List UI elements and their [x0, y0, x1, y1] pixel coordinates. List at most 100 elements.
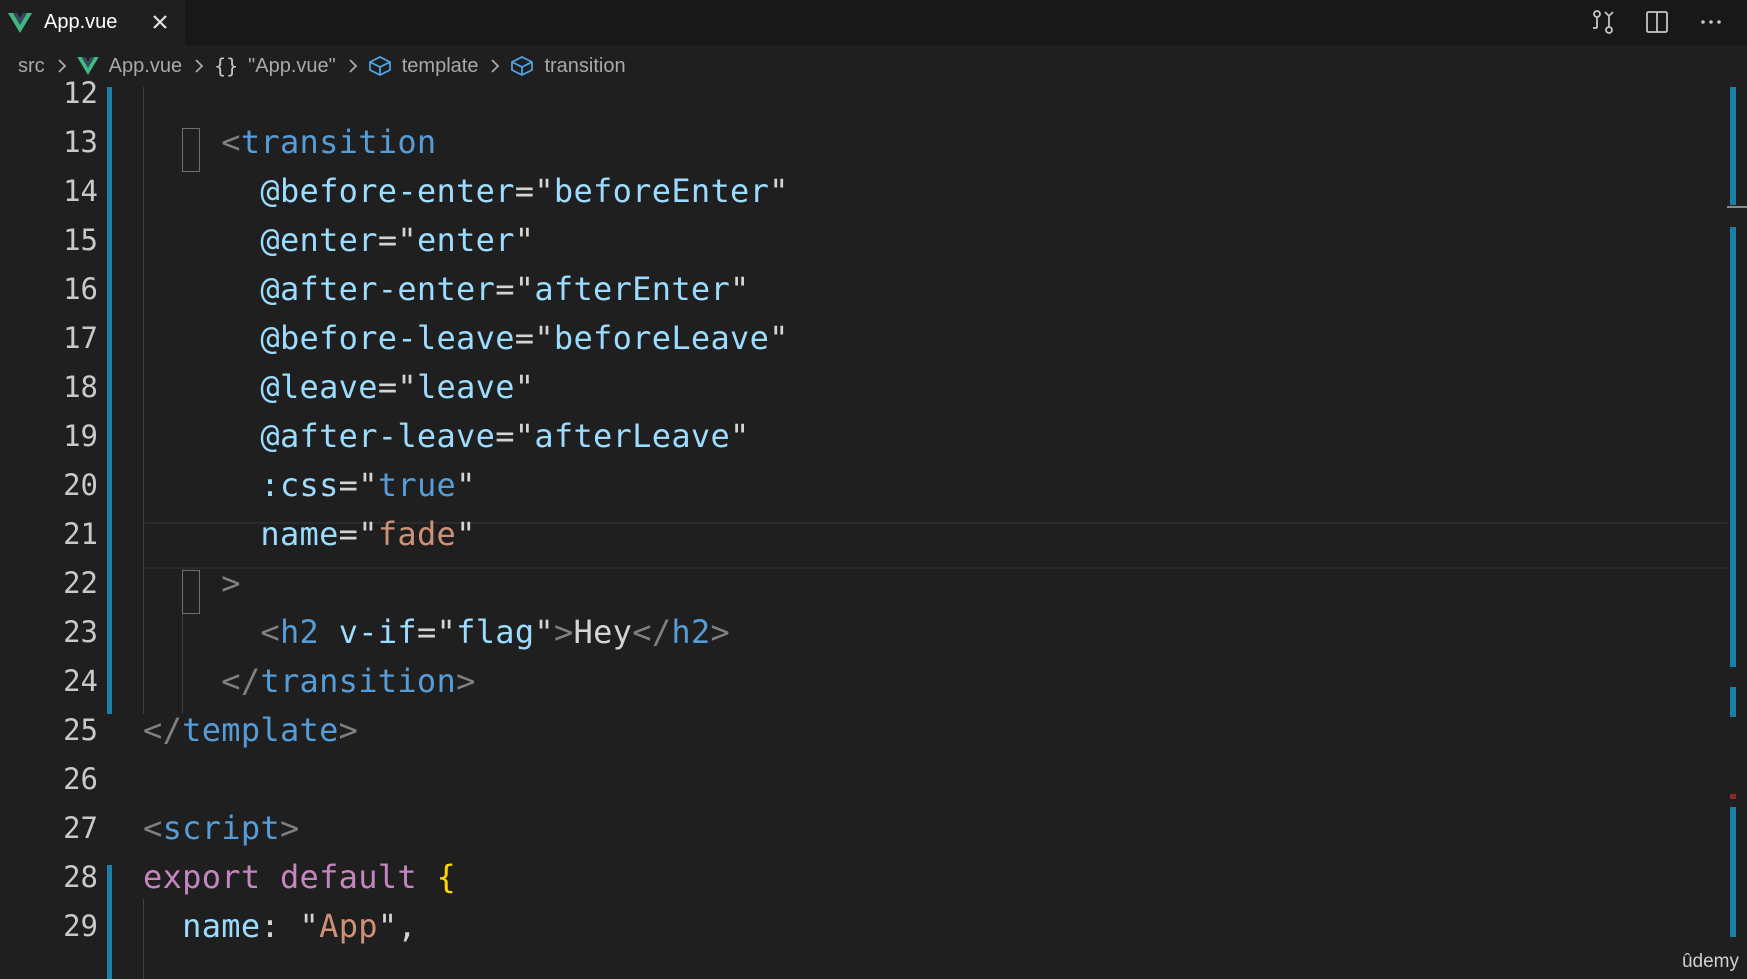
code-line[interactable]: 27 <script> — [0, 804, 1727, 853]
code-text: @leave="leave" — [143, 363, 534, 412]
split-editor-icon[interactable] — [1643, 8, 1671, 36]
close-icon[interactable] — [148, 10, 172, 34]
code-line[interactable]: 20 :css="true" — [0, 461, 1727, 510]
code-token: "beforeLeave" — [534, 319, 789, 357]
line-number: 22 — [63, 566, 98, 600]
code-token: h2 — [671, 613, 711, 651]
code-token: < — [260, 613, 280, 651]
code-token: @enter — [260, 221, 378, 259]
line-number: 28 — [63, 860, 98, 894]
overview-error-mark — [1730, 794, 1736, 799]
code-token: "beforeEnter" — [534, 172, 789, 210]
line-number: 14 — [63, 174, 98, 208]
line-number: 26 — [63, 762, 98, 796]
code-token: h2 — [279, 613, 320, 651]
overview-cursor-mark — [1727, 206, 1747, 208]
tab-bar: App.vue — [0, 0, 1747, 45]
code-token: true — [377, 466, 457, 504]
code-line[interactable]: 26 — [0, 755, 1727, 804]
line-number: 13 — [63, 125, 98, 159]
udemy-watermark: ûdemy — [1681, 951, 1739, 972]
code-token: @after-enter — [260, 270, 496, 308]
code-line[interactable]: 19 @after-leave="afterLeave" — [0, 412, 1727, 461]
code-token: > — [279, 809, 300, 847]
line-number: 15 — [63, 223, 98, 257]
code-text: @after-leave="afterLeave" — [143, 412, 750, 461]
overview-modified-mark — [1730, 687, 1736, 717]
code-token: < — [143, 809, 163, 847]
code-line[interactable]: 17 @before-leave="beforeLeave" — [0, 314, 1727, 363]
code-line[interactable]: 29 name: "App", — [0, 902, 1727, 951]
code-token: , — [397, 907, 417, 945]
code-token: name — [260, 515, 339, 553]
code-line[interactable]: 22 > — [0, 559, 1727, 608]
code-token: :css — [260, 466, 339, 504]
code-text: name="fade" — [143, 510, 476, 559]
source-control-compare-icon[interactable] — [1589, 8, 1617, 36]
code-token: = — [416, 613, 437, 651]
line-number: 18 — [63, 370, 98, 404]
code-text: @before-enter="beforeEnter" — [143, 167, 789, 216]
code-token: { — [436, 858, 457, 896]
line-number: 17 — [63, 321, 98, 355]
code-line[interactable]: 14 @before-enter="beforeEnter" — [0, 167, 1727, 216]
code-token: script — [162, 809, 280, 847]
code-line[interactable]: 16 @after-enter="afterEnter" — [0, 265, 1727, 314]
code-token: "fade" — [358, 515, 476, 553]
code-token: = — [338, 515, 359, 553]
code-token: > — [456, 662, 476, 700]
line-number: 19 — [63, 419, 98, 453]
code-line[interactable]: 21 name="fade" — [0, 510, 1727, 559]
code-text: @enter="enter" — [143, 216, 534, 265]
code-line[interactable]: 24 </transition> — [0, 657, 1727, 706]
tab-app-vue[interactable]: App.vue — [0, 0, 185, 45]
line-number: 21 — [63, 517, 98, 551]
code-line[interactable]: 25 </template> — [0, 706, 1727, 755]
overview-modified-mark — [1730, 807, 1736, 937]
code-token: = — [495, 270, 515, 308]
more-actions-icon[interactable] — [1697, 8, 1725, 36]
code-token: @after-leave — [260, 417, 496, 455]
code-token: @leave — [260, 368, 378, 406]
code-token: transition — [240, 123, 437, 161]
code-token: </ — [143, 711, 183, 749]
code-line[interactable]: 13 <transition — [0, 118, 1727, 167]
code-line[interactable]: 23 <h2 v-if="flag">Hey</h2> — [0, 608, 1727, 657]
overview-ruler[interactable] — [1727, 87, 1747, 979]
code-text: name: "App", — [143, 902, 417, 951]
code-token: < — [221, 123, 241, 161]
code-token: : — [260, 907, 300, 945]
code-token: "afterLeave" — [514, 417, 750, 455]
overview-modified-mark — [1730, 87, 1736, 205]
line-number: 24 — [63, 664, 98, 698]
code-token: @before-enter — [260, 172, 515, 210]
code-editor[interactable]: 12 13 <transition 14 @before-enter="before… — [0, 76, 1747, 979]
code-token: " — [456, 466, 476, 504]
code-token: = — [495, 417, 515, 455]
code-token: </ — [221, 662, 261, 700]
code-line[interactable]: 15 @enter="enter" — [0, 216, 1727, 265]
code-token: transition — [260, 662, 457, 700]
code-token: @before-leave — [260, 319, 515, 357]
code-line[interactable]: 18 @leave="leave" — [0, 363, 1727, 412]
code-token: = — [338, 466, 359, 504]
code-line[interactable]: 28 export default { — [0, 853, 1727, 902]
code-text: @after-enter="afterEnter" — [143, 265, 750, 314]
code-token: name — [182, 907, 261, 945]
code-line[interactable]: 12 — [0, 69, 1727, 118]
vue-logo-icon — [8, 12, 32, 33]
tab-label: App.vue — [44, 11, 118, 33]
code-token: Hey — [573, 613, 633, 651]
line-number: 25 — [63, 713, 98, 747]
code-text: <script> — [143, 804, 300, 853]
code-text: </transition> — [143, 657, 476, 706]
code-text: > — [143, 559, 241, 608]
code-text: export default { — [143, 853, 456, 902]
